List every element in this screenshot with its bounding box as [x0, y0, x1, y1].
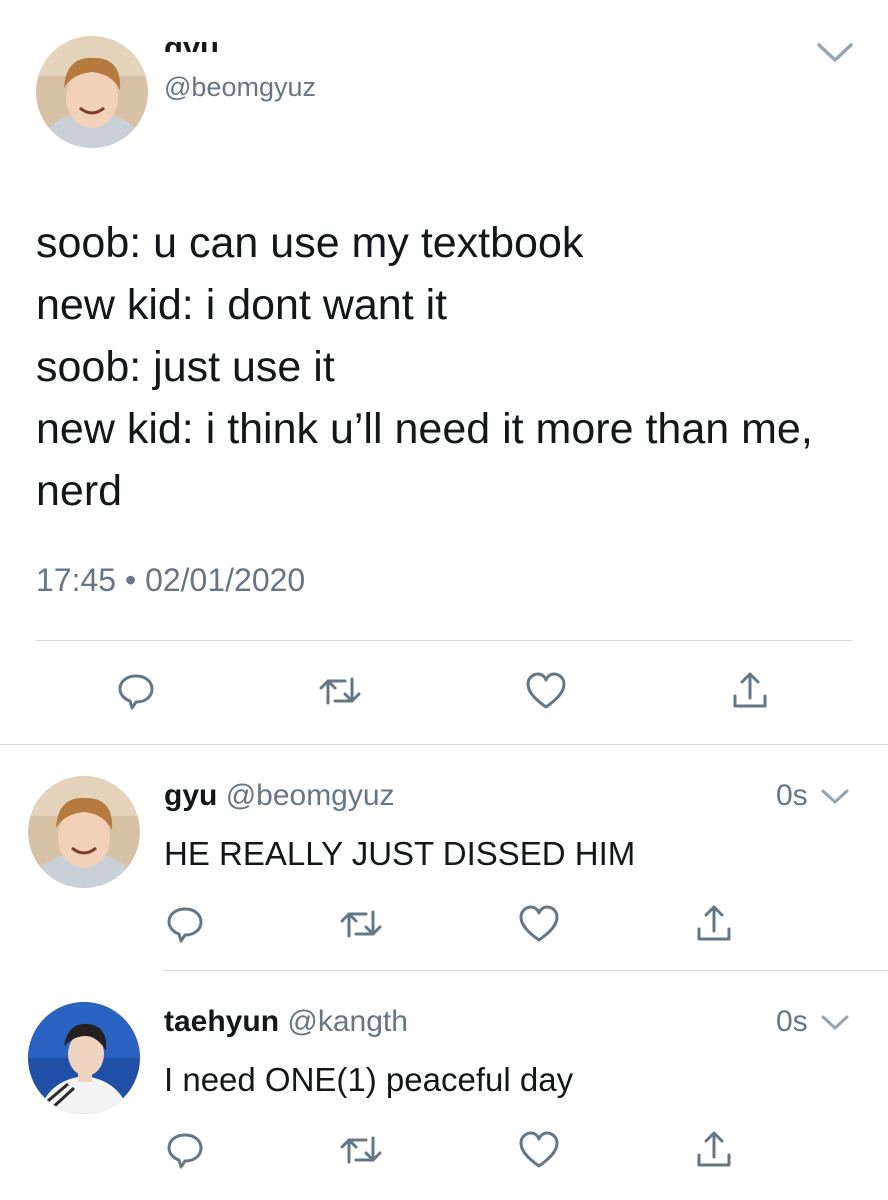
like-icon — [518, 1130, 560, 1175]
reply-time: 0s — [776, 1005, 808, 1038]
reply-text: I need ONE(1) peaceful day — [164, 1061, 574, 1098]
user-handle[interactable]: @beomgyuz — [226, 779, 395, 812]
divider — [164, 970, 888, 971]
share-button[interactable] — [686, 898, 742, 954]
reply-header: taehyun @kangth — [164, 1004, 408, 1040]
reply-icon — [165, 904, 205, 949]
reply-button[interactable] — [157, 1124, 213, 1180]
like-button[interactable] — [511, 1124, 567, 1180]
display-name[interactable]: gyu — [164, 30, 219, 52]
display-name[interactable]: gyu — [164, 779, 217, 812]
avatar[interactable] — [36, 36, 148, 148]
share-icon — [694, 1129, 734, 1176]
reply-time: 0s — [776, 779, 808, 812]
chevron-down-icon[interactable] — [820, 788, 850, 811]
like-button[interactable] — [518, 665, 574, 721]
reply-button[interactable] — [157, 898, 213, 954]
share-button[interactable] — [722, 665, 778, 721]
reply-button[interactable] — [108, 665, 164, 721]
reply-icon — [165, 1130, 205, 1175]
share-icon — [730, 670, 770, 717]
avatar[interactable] — [28, 1002, 140, 1114]
like-icon — [525, 671, 567, 716]
user-handle[interactable]: @beomgyuz — [164, 70, 316, 104]
avatar[interactable] — [28, 776, 140, 888]
share-icon — [694, 903, 734, 950]
reply-text: HE REALLY JUST DISSED HIM — [164, 835, 636, 872]
divider — [36, 640, 852, 641]
chevron-down-icon[interactable] — [820, 1014, 850, 1037]
retweet-icon — [338, 1130, 384, 1175]
display-name[interactable]: taehyun — [164, 1005, 279, 1038]
retweet-icon — [338, 904, 384, 949]
share-button[interactable] — [686, 1124, 742, 1180]
like-button[interactable] — [511, 898, 567, 954]
retweet-icon — [317, 671, 363, 716]
retweet-button[interactable] — [333, 898, 389, 954]
user-handle[interactable]: @kangth — [287, 1005, 408, 1038]
reply-icon — [116, 671, 156, 716]
reply-header: gyu @beomgyuz — [164, 778, 395, 814]
retweet-button[interactable] — [333, 1124, 389, 1180]
retweet-button[interactable] — [312, 665, 368, 721]
chevron-down-icon[interactable] — [816, 42, 854, 69]
tweet-timestamp: 17:45 • 02/01/2020 — [36, 562, 306, 598]
divider — [0, 744, 888, 745]
tweet-text: soob: u can use my textbook new kid: i d… — [36, 219, 813, 515]
like-icon — [518, 904, 560, 949]
